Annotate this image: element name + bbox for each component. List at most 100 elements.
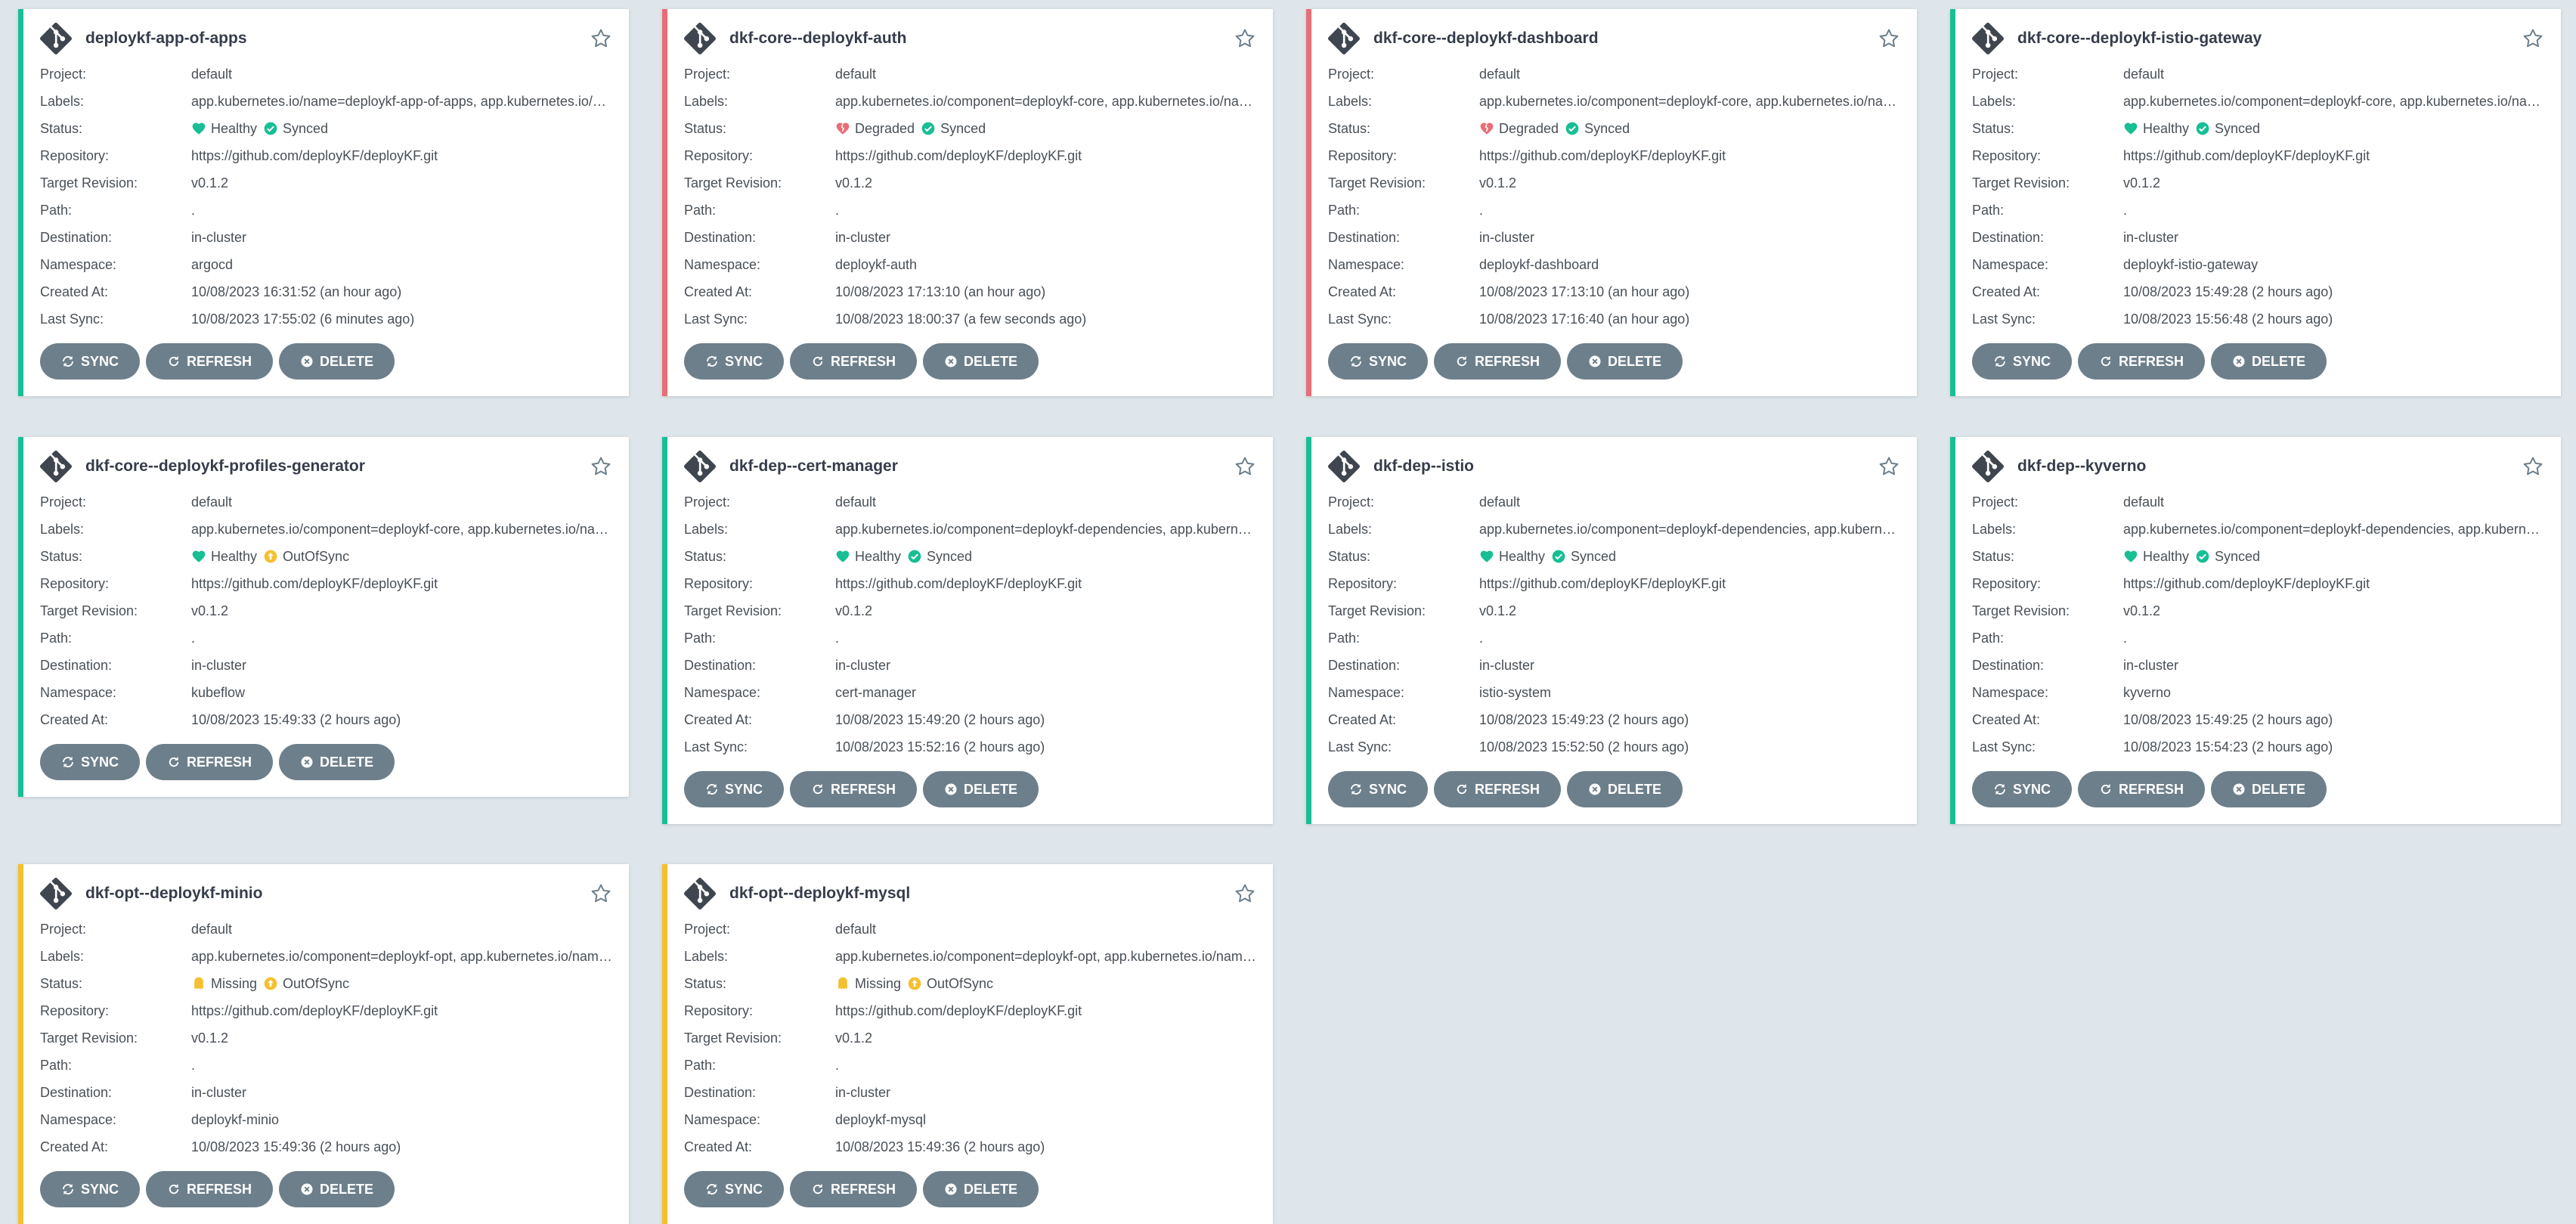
path-row: Path: . [684,1052,1256,1079]
delete-button[interactable]: DELETE [279,343,395,380]
app-name[interactable]: deploykf-app-of-apps [85,29,590,48]
refresh-button[interactable]: REFRESH [146,343,274,380]
sync-button[interactable]: SYNC [40,343,141,380]
delete-button[interactable]: DELETE [2211,343,2327,380]
healthy-heart-icon [1480,550,1494,562]
application-card[interactable]: dkf-core--deploykf-istio-gateway Project… [1950,9,2561,396]
git-logo-icon [1972,23,2004,54]
app-name[interactable]: dkf-dep--istio [1373,457,1878,476]
delete-button[interactable]: DELETE [279,1171,395,1207]
labels-label: Labels: [1972,93,2017,109]
target-revision-row: Target Revision: v0.1.2 [1972,169,2544,197]
sync-icon [1995,355,2005,367]
app-name[interactable]: dkf-core--deploykf-auth [729,29,1234,48]
application-card[interactable]: dkf-opt--deploykf-minio Project: default… [18,864,629,1224]
favorite-star-icon[interactable] [1234,27,1256,50]
path-value: . [191,202,196,218]
repository-value: https://github.com/deployKF/deployKF.git [191,1002,438,1018]
status-label: Status: [684,975,727,991]
favorite-star-icon[interactable] [2522,27,2544,50]
health-status: Degraded [855,120,915,136]
status-row: Status: Healthy Synced [684,543,1256,570]
sync-button[interactable]: SYNC [1328,343,1429,380]
app-name[interactable]: dkf-core--deploykf-dashboard [1373,29,1878,48]
delete-button-label: DELETE [964,353,1018,369]
app-name[interactable]: dkf-opt--deploykf-mysql [729,885,1234,903]
app-name[interactable]: dkf-dep--cert-manager [729,457,1234,476]
app-name[interactable]: dkf-core--deploykf-profiles-generator [85,457,590,476]
favorite-star-icon[interactable] [590,455,612,478]
favorite-star-icon[interactable] [1234,882,1256,905]
application-card[interactable]: dkf-core--deploykf-auth Project: default… [662,9,1273,396]
delete-button[interactable]: DELETE [923,771,1039,807]
sync-button[interactable]: SYNC [1328,771,1429,807]
destination-value: in-cluster [191,229,247,245]
favorite-star-icon[interactable] [2522,455,2544,478]
path-value: . [835,630,840,646]
delete-button[interactable]: DELETE [1567,343,1683,380]
refresh-button[interactable]: REFRESH [2078,771,2206,807]
application-card[interactable]: dkf-dep--istio Project: default Labels: … [1306,437,1917,824]
namespace-value: deploykf-istio-gateway [2123,256,2259,272]
delete-button[interactable]: DELETE [2211,771,2327,807]
app-name[interactable]: dkf-dep--kyverno [2017,457,2522,476]
delete-button[interactable]: DELETE [279,744,395,780]
delete-button[interactable]: DELETE [1567,771,1683,807]
path-label: Path: [1972,202,2005,218]
refresh-button[interactable]: REFRESH [1434,771,1562,807]
favorite-star-icon[interactable] [1234,455,1256,478]
sync-button[interactable]: SYNC [1972,343,2073,380]
sync-icon [707,1183,717,1195]
status-row: Status: Healthy Synced [1972,543,2544,570]
status-row: Status: Degraded Synced [684,115,1256,142]
namespace-row: Namespace: cert-manager [684,679,1256,706]
sync-button[interactable]: SYNC [684,1171,785,1207]
favorite-star-icon[interactable] [590,882,612,905]
created-at-value: 10/08/2023 16:31:52 (an hour ago) [191,284,402,299]
refresh-button[interactable]: REFRESH [790,343,918,380]
repository-row: Repository: https://github.com/deployKF/… [1972,142,2544,169]
refresh-button[interactable]: REFRESH [146,1171,274,1207]
sync-button[interactable]: SYNC [40,744,141,780]
status-value: Missing OutOfSync [835,976,1256,992]
application-card[interactable]: dkf-core--deploykf-profiles-generator Pr… [18,437,629,797]
app-name[interactable]: dkf-opt--deploykf-minio [85,885,590,903]
path-label: Path: [40,202,73,218]
app-name[interactable]: dkf-core--deploykf-istio-gateway [2017,29,2522,48]
favorite-star-icon[interactable] [1878,455,1900,478]
sync-button[interactable]: SYNC [684,771,785,807]
refresh-button[interactable]: REFRESH [790,771,918,807]
application-card[interactable]: dkf-core--deploykf-dashboard Project: de… [1306,9,1917,396]
sync-button-label: SYNC [1369,353,1407,369]
delete-button[interactable]: DELETE [923,343,1039,380]
refresh-button[interactable]: REFRESH [146,744,274,780]
favorite-star-icon[interactable] [1878,27,1900,50]
card-actions: SYNC REFRESH DELETE [1328,771,1900,824]
application-card[interactable]: dkf-dep--kyverno Project: default Labels… [1950,437,2561,824]
sync-button[interactable]: SYNC [684,343,785,380]
refresh-button[interactable]: REFRESH [790,1171,918,1207]
labels-label: Labels: [684,93,729,109]
sync-button[interactable]: SYNC [40,1171,141,1207]
application-card[interactable]: dkf-opt--deploykf-mysql Project: default… [662,864,1273,1224]
delete-button[interactable]: DELETE [923,1171,1039,1207]
git-logo-icon [684,878,716,909]
application-card[interactable]: deploykf-app-of-apps Project: default La… [18,9,629,396]
labels-row: Labels: app.kubernetes.io/component=depl… [40,516,612,543]
healthy-heart-icon [192,550,206,562]
sync-button[interactable]: SYNC [1972,771,2073,807]
refresh-icon [1457,783,1467,795]
target-revision-label: Target Revision: [40,603,138,618]
degraded-broken-heart-icon [836,122,850,135]
refresh-button[interactable]: REFRESH [1434,343,1562,380]
favorite-star-icon[interactable] [590,27,612,50]
created-at-row: Created At: 10/08/2023 15:49:23 (2 hours… [1328,706,1900,733]
application-card[interactable]: dkf-dep--cert-manager Project: default L… [662,437,1273,824]
refresh-button[interactable]: REFRESH [2078,343,2206,380]
created-at-label: Created At: [1328,284,1397,299]
missing-ghost-icon [838,977,847,990]
path-label: Path: [1972,630,2005,646]
project-row: Project: default [684,60,1256,88]
delete-icon [1589,783,1601,795]
last-sync-value: 10/08/2023 17:16:40 (an hour ago) [1479,311,1690,327]
